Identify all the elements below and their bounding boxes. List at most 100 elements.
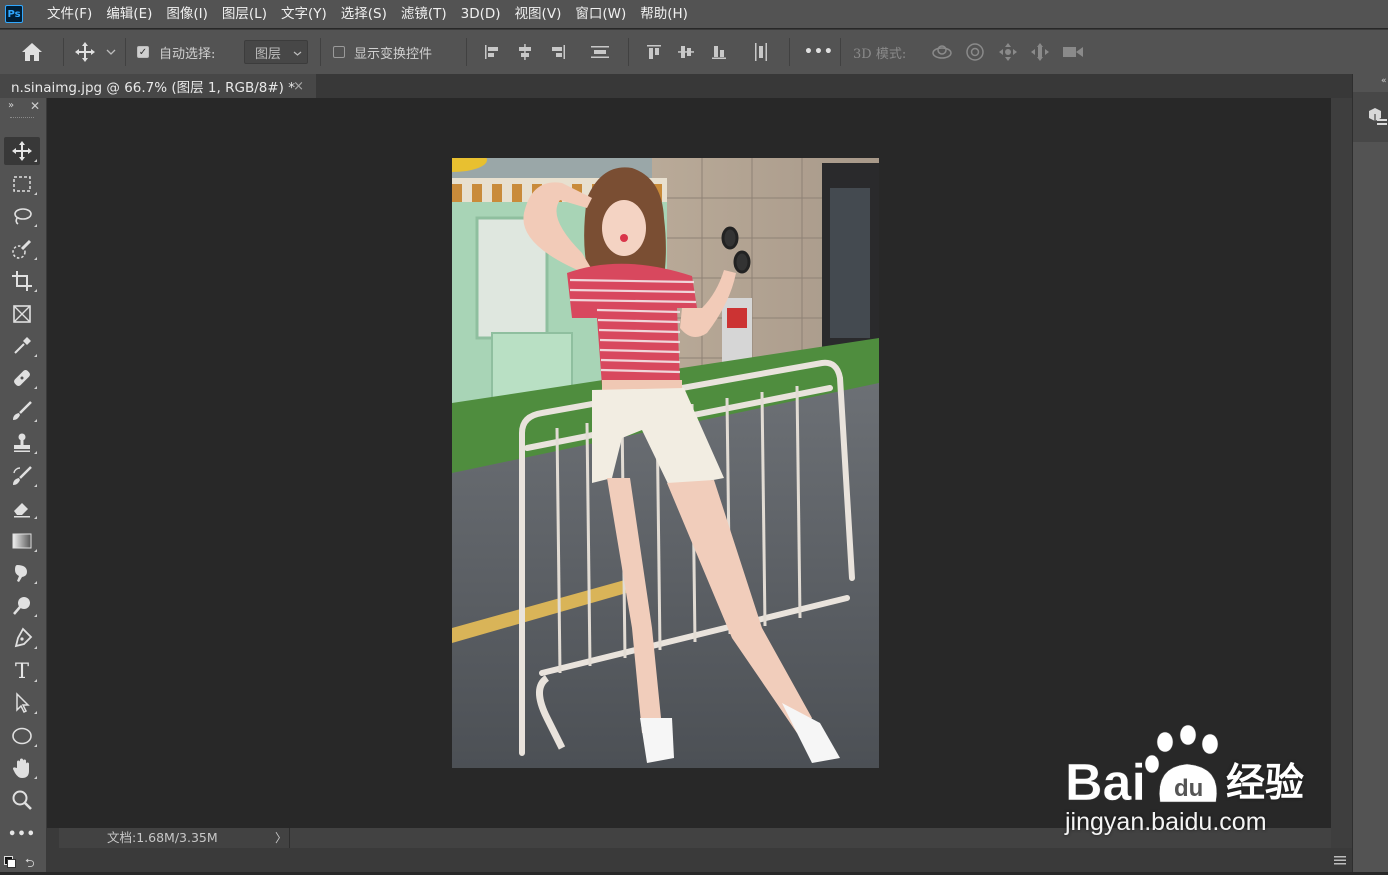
healing-brush-tool[interactable] — [4, 364, 40, 392]
jingyan-text: 经验 — [1226, 761, 1305, 806]
smudge-tool[interactable] — [4, 559, 40, 587]
menu-select[interactable]: 选择(S) — [334, 0, 394, 28]
close-panel-icon[interactable]: ✕ — [30, 99, 40, 113]
menu-type[interactable]: 文字(Y) — [274, 0, 334, 28]
move-icon — [12, 141, 32, 161]
distribute-horizontal-button[interactable] — [752, 30, 770, 74]
panel-grip[interactable] — [10, 117, 34, 121]
menu-3d[interactable]: 3D(D) — [454, 0, 508, 28]
align-top-button[interactable] — [645, 30, 663, 74]
align-hcenter-button[interactable] — [516, 30, 534, 74]
history-brush-icon — [13, 466, 32, 485]
align-top-icon — [647, 45, 661, 59]
type-tool[interactable]: T — [4, 657, 40, 685]
pen-tool[interactable] — [4, 624, 40, 652]
eyedropper-tool[interactable] — [4, 332, 40, 360]
menu-help[interactable]: 帮助(H) — [633, 0, 695, 28]
3d-cube-icon[interactable] — [1365, 106, 1387, 128]
panel-menu-icon[interactable] — [1334, 856, 1346, 865]
document-size-info[interactable]: 文档:1.68M/3.35M — [107, 828, 218, 848]
3d-slide-button[interactable] — [1029, 30, 1051, 74]
zoom-tool[interactable] — [4, 786, 40, 814]
menu-window[interactable]: 窗口(W) — [568, 0, 633, 28]
default-colors-icon[interactable] — [4, 856, 16, 868]
checkmark-icon: ✓ — [137, 46, 149, 58]
show-transform-checkbox[interactable] — [333, 30, 345, 74]
clone-stamp-tool[interactable] — [4, 429, 40, 457]
menu-bar: Ps 文件(F) 编辑(E) 图像(I) 图层(L) 文字(Y) 选择(S) 滤… — [0, 0, 1388, 28]
ellipse-icon — [12, 727, 32, 745]
3d-orbit-button[interactable] — [930, 30, 954, 74]
history-brush-tool[interactable] — [4, 462, 40, 490]
gradient-icon — [12, 533, 32, 549]
photoshop-logo[interactable]: Ps — [5, 5, 23, 23]
eraser-icon — [14, 503, 30, 518]
type-icon: T — [14, 659, 29, 683]
3d-slide-icon — [1031, 43, 1049, 61]
horizontal-scrollbar[interactable] — [47, 848, 1352, 872]
3d-pan-button[interactable] — [997, 30, 1019, 74]
canvas-area[interactable] — [47, 98, 1331, 828]
path-selection-tool[interactable] — [4, 689, 40, 717]
crop-tool[interactable] — [4, 267, 40, 295]
divider — [320, 38, 321, 66]
document-tab[interactable]: n.sinaimg.jpg @ 66.7% (图层 1, RGB/8#) * × — [0, 74, 316, 98]
align-horizontal-center-icon — [519, 44, 531, 60]
align-right-button[interactable] — [549, 30, 567, 74]
hand-tool[interactable] — [4, 754, 40, 782]
align-vcenter-button[interactable] — [677, 30, 695, 74]
frame-tool[interactable] — [4, 300, 40, 328]
align-left-button[interactable] — [483, 30, 501, 74]
close-icon[interactable]: × — [293, 79, 304, 94]
gradient-tool[interactable] — [4, 527, 40, 555]
collapse-panel-icon[interactable]: » — [8, 100, 14, 111]
right-panel-dock: « — [1352, 74, 1388, 872]
marquee-tool[interactable] — [4, 170, 40, 198]
eyedropper-icon — [14, 337, 31, 354]
vertical-scrollbar[interactable] — [1331, 98, 1352, 848]
distribute-vertical-button[interactable] — [590, 30, 610, 74]
menu-view[interactable]: 视图(V) — [508, 0, 569, 28]
tools-panel: » ✕ T ••• ⮌ — [0, 98, 47, 872]
menu-file[interactable]: 文件(F) — [40, 0, 99, 28]
3d-scale-button[interactable] — [1061, 30, 1085, 74]
options-bar: ✓ 自动选择: 图层 显示变换控件 ••• 3D 模式: — [0, 29, 1388, 74]
dodge-tool[interactable] — [4, 592, 40, 620]
more-tools-icon: ••• — [8, 826, 36, 842]
document-tab-title: n.sinaimg.jpg @ 66.7% (图层 1, RGB/8#) * — [11, 80, 295, 96]
move-tool-preset[interactable] — [74, 30, 96, 74]
home-button[interactable] — [20, 30, 44, 74]
watermark-url: jingyan.baidu.com — [1065, 808, 1267, 836]
document-image[interactable] — [452, 158, 879, 768]
move-tool[interactable] — [4, 137, 40, 165]
magnifier-icon — [12, 790, 32, 810]
auto-select-checkbox[interactable]: ✓ — [137, 30, 149, 74]
layer-group-dropdown[interactable]: 图层 — [244, 40, 308, 64]
status-zoom-area[interactable] — [47, 828, 59, 848]
brush-tool[interactable] — [4, 397, 40, 425]
ellipse-tool[interactable] — [4, 722, 40, 750]
lasso-tool[interactable] — [4, 202, 40, 230]
edit-toolbar-button[interactable]: ••• — [4, 820, 40, 848]
status-menu-arrow-icon[interactable]: 〉 — [275, 828, 287, 848]
preset-chevron-down-icon[interactable] — [106, 30, 116, 74]
align-bottom-button[interactable] — [710, 30, 728, 74]
divider — [466, 38, 467, 66]
photo-illustration — [452, 158, 879, 768]
auto-select-label: 自动选择: — [159, 46, 216, 62]
eraser-tool[interactable] — [4, 494, 40, 522]
bandage-icon — [14, 370, 30, 386]
quick-selection-tool[interactable] — [4, 235, 40, 263]
more-options-button[interactable]: ••• — [804, 44, 834, 60]
distribute-icon — [591, 46, 609, 58]
menu-filter[interactable]: 滤镜(T) — [394, 0, 454, 28]
home-icon — [22, 43, 42, 61]
menu-edit[interactable]: 编辑(E) — [99, 0, 159, 28]
align-right-icon — [552, 45, 565, 59]
menu-layer[interactable]: 图层(L) — [215, 0, 274, 28]
expand-panels-icon[interactable]: « — [1381, 76, 1387, 86]
cursor-arrow-icon — [16, 692, 30, 714]
divider — [628, 38, 629, 66]
3d-roll-button[interactable] — [964, 30, 986, 74]
menu-image[interactable]: 图像(I) — [159, 0, 215, 28]
